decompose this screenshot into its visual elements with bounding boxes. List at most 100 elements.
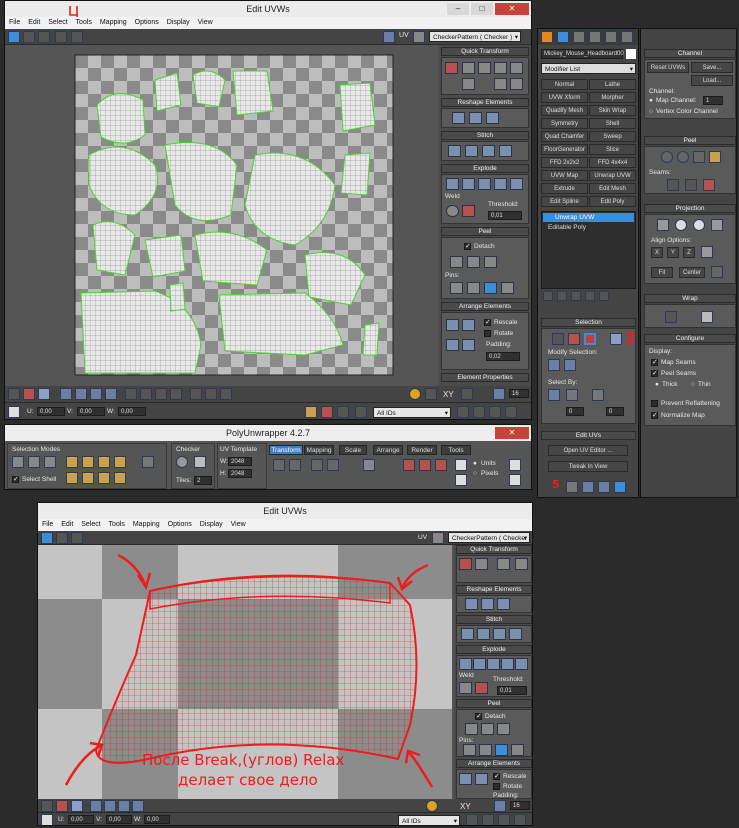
shrink-icon[interactable] [104, 800, 116, 812]
element-select-b-icon[interactable] [114, 472, 126, 484]
zoom-region-icon[interactable] [498, 814, 510, 825]
rollout-stitch[interactable]: Stitch [441, 131, 529, 140]
zoom-lock-icon[interactable] [493, 388, 505, 400]
straighten-icon[interactable] [462, 78, 475, 90]
pack-rescale-icon[interactable] [462, 339, 475, 351]
texture-dropdown[interactable]: CheckerPattern ( Checker ) [448, 532, 530, 543]
rollout-explode[interactable]: Explode [456, 645, 532, 654]
menu-display[interactable]: Display [200, 521, 223, 528]
uv-quick-icon[interactable] [598, 481, 610, 493]
menu-file[interactable]: File [42, 521, 53, 528]
checker-pattern-icon[interactable] [194, 456, 206, 468]
vertex-color-radio[interactable]: ○ [649, 108, 653, 115]
peel-mode-icon[interactable] [677, 151, 689, 163]
stretch-icon[interactable] [403, 459, 415, 471]
select-element-icon[interactable] [38, 388, 50, 400]
make-unique-icon[interactable] [571, 291, 581, 301]
rotate-ccw-icon[interactable] [327, 459, 339, 471]
poly-select-b-icon[interactable] [98, 472, 110, 484]
tab-scale[interactable]: Scale [339, 445, 367, 455]
modifier-btn-uvw-xform[interactable]: UVW Xform [541, 92, 588, 103]
stretch-3-icon[interactable] [435, 459, 447, 471]
rotate-checkbox[interactable] [484, 330, 491, 337]
object-color-swatch[interactable] [626, 49, 636, 59]
modifier-btn-symmetry[interactable]: Symmetry [541, 118, 588, 129]
snap-toggle-icon[interactable] [409, 388, 421, 400]
ring-icon[interactable] [118, 800, 130, 812]
break-icon[interactable] [510, 178, 523, 190]
stretch-2-icon[interactable] [419, 459, 431, 471]
u-input[interactable]: 0,00 [68, 815, 94, 824]
modifier-btn-quadify-mesh[interactable]: Quadify Mesh [541, 105, 588, 116]
grow-loop-icon[interactable] [125, 388, 137, 400]
menu-tools[interactable]: Tools [109, 521, 125, 528]
menu-mapping[interactable]: Mapping [133, 521, 160, 528]
fit-button[interactable]: Fit [651, 267, 673, 278]
modifier-btn-edit-poly[interactable]: Edit Poly [589, 196, 636, 207]
menu-edit[interactable]: Edit [61, 521, 73, 528]
reset-peel-icon[interactable] [484, 256, 497, 268]
align-y-button[interactable]: Y [667, 247, 679, 258]
polyunwrapper-close-button[interactable]: ✕ [495, 427, 529, 439]
auto-pin-icon[interactable] [484, 282, 497, 294]
v-input[interactable]: 0,00 [77, 407, 105, 416]
reset-peel-icon[interactable] [497, 723, 510, 735]
menu-display[interactable]: Display [167, 19, 190, 26]
pelt-map-icon[interactable] [709, 151, 721, 163]
pin-stack-icon[interactable] [543, 291, 553, 301]
weld-all-icon[interactable] [462, 205, 475, 217]
normalize-map-checkbox[interactable] [651, 411, 658, 419]
units-radio[interactable]: ● [473, 460, 477, 467]
relax-settings-icon[interactable] [486, 112, 499, 124]
weld-selected-icon[interactable] [446, 205, 459, 217]
straighten-selection-icon[interactable] [465, 598, 478, 610]
pack-custom-icon[interactable] [446, 319, 459, 331]
rescale-checkbox[interactable] [484, 318, 491, 326]
ring-icon[interactable] [90, 388, 102, 400]
relax-settings-icon[interactable] [497, 598, 510, 610]
scale-tool-icon[interactable] [38, 31, 50, 43]
weld-selected-icon[interactable] [459, 682, 472, 694]
load-button[interactable]: Load... [691, 75, 733, 86]
space-vertical-icon[interactable] [515, 558, 528, 570]
hide-icon[interactable] [321, 406, 333, 418]
peel-mode-icon[interactable] [467, 256, 480, 268]
stack-item-unwrap-uvw[interactable]: Unwrap UVW [543, 213, 634, 222]
w-input[interactable]: 0,00 [118, 407, 146, 416]
relax-icon[interactable] [469, 112, 482, 124]
rollout-channel[interactable]: Channel [644, 49, 736, 58]
rollout-edit-uvs[interactable]: Edit UVs [541, 431, 636, 440]
utilities-tab-icon[interactable] [621, 31, 633, 43]
modifier-btn-unwrap-uvw[interactable]: Unwrap UVW [589, 170, 636, 181]
unpin-icon[interactable] [467, 282, 480, 294]
break-icon[interactable] [515, 658, 528, 670]
tab-tools[interactable]: Tools [441, 445, 471, 455]
modifier-btn-shell[interactable]: Shell [589, 118, 636, 129]
grow-icon[interactable] [60, 388, 72, 400]
uv-pack-icon[interactable] [582, 481, 594, 493]
reset-uvws-button[interactable]: Reset UVWs [647, 62, 689, 73]
menu-edit[interactable]: Edit [28, 19, 40, 26]
poly-select-icon[interactable] [66, 456, 78, 468]
quick-peel-icon[interactable] [465, 723, 478, 735]
modifier-btn-edit-mesh[interactable]: Edit Mesh [589, 183, 636, 194]
shrink-loop-icon[interactable] [140, 388, 152, 400]
menu-options[interactable]: Options [135, 19, 159, 26]
zoom-lock-icon[interactable] [494, 800, 506, 812]
select-by-material-icon[interactable] [566, 389, 578, 401]
edge-select-b-icon[interactable] [82, 472, 94, 484]
mirror-tool-icon[interactable] [71, 31, 83, 43]
move-tool-icon[interactable] [8, 31, 20, 43]
rollout-peel[interactable]: Peel [456, 699, 532, 708]
freeform-tool-icon[interactable] [55, 31, 67, 43]
threshold-input[interactable]: 0,01 [497, 686, 527, 695]
planar-map-icon[interactable] [657, 219, 669, 231]
move-tool-icon[interactable] [41, 532, 53, 544]
convert-edge-icon[interactable] [703, 179, 715, 191]
maximize-button[interactable]: □ [471, 3, 493, 15]
tweak-in-view-button[interactable]: Tweak In View [548, 461, 628, 472]
menu-tools[interactable]: Tools [76, 19, 92, 26]
center-button[interactable]: Center [679, 267, 705, 278]
flatten-icon[interactable] [501, 658, 514, 670]
pack-normalize-icon[interactable] [446, 339, 459, 351]
